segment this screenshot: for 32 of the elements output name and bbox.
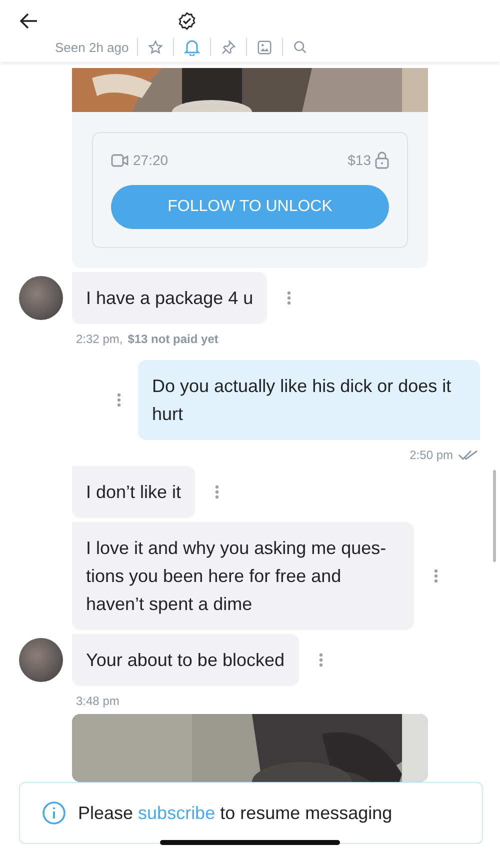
bell-icon[interactable] xyxy=(184,38,200,56)
image-icon[interactable] xyxy=(256,40,272,54)
more-icon[interactable] xyxy=(318,653,322,667)
info-icon xyxy=(42,801,66,825)
message-bubble: I don’t like it xyxy=(72,466,196,518)
video-camera-icon xyxy=(111,154,129,166)
back-arrow-icon[interactable] xyxy=(20,13,38,29)
lock-icon xyxy=(375,151,389,169)
more-icon[interactable] xyxy=(434,569,438,583)
pin-icon[interactable] xyxy=(220,40,236,54)
avatar[interactable] xyxy=(19,276,63,320)
verified-icon xyxy=(178,12,196,30)
message-bubble: I love it and why you asking me ques-tions you been here for free and haven’t spent a dime xyxy=(72,522,414,630)
more-icon[interactable] xyxy=(215,485,220,499)
payment-status: $13 not paid yet xyxy=(128,332,218,346)
last-seen-status: Seen 2h ago xyxy=(55,40,130,54)
subscribe-link[interactable]: subscribe xyxy=(138,802,216,822)
search-icon[interactable] xyxy=(292,40,307,54)
message-time: 3:48 pm xyxy=(76,694,120,708)
more-icon[interactable] xyxy=(287,291,292,305)
message-bubble: I have a package 4 u xyxy=(72,272,268,324)
star-icon[interactable] xyxy=(148,40,163,54)
message-time: 2:50 pm xyxy=(410,448,453,462)
price-label: $13 xyxy=(348,152,371,168)
more-icon[interactable] xyxy=(117,393,121,407)
video-duration: 27:20 xyxy=(133,152,168,168)
message-time: 2:32 pm, xyxy=(76,332,123,346)
message-bubble: Your about to be blocked xyxy=(72,634,298,686)
message-bubble: Do you actually like his dick or does it hurt xyxy=(138,360,480,440)
subscribe-message: Please subscribe to resume messaging xyxy=(78,802,392,824)
follow-to-unlock-button[interactable]: FOLLOW TO UNLOCK xyxy=(111,185,389,229)
avatar[interactable] xyxy=(19,638,63,682)
